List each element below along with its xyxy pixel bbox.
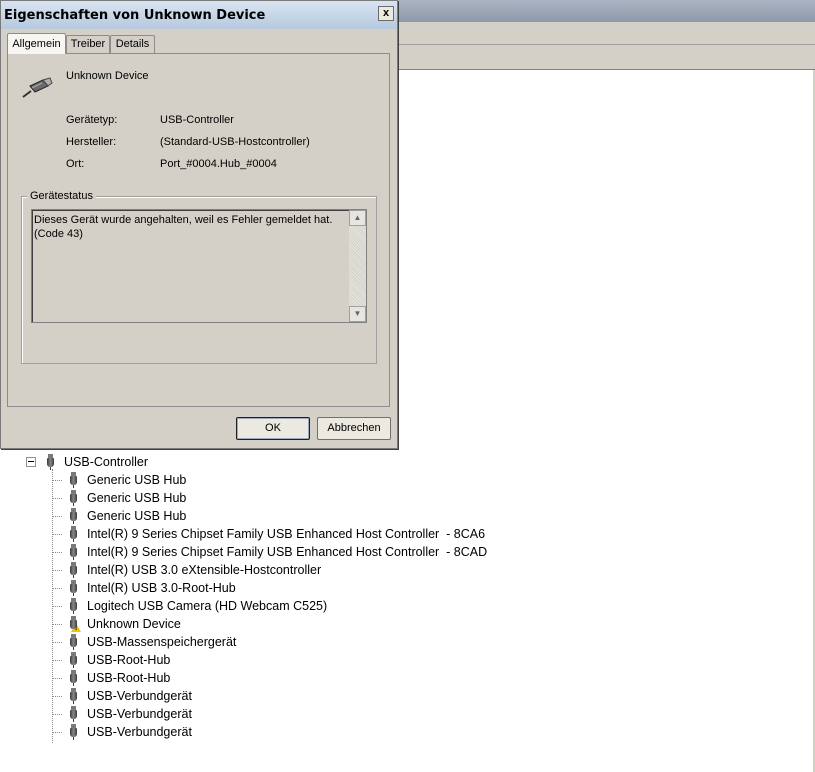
chevron-up-icon: ▲ [353, 213, 362, 222]
tree-item-label: Unknown Device [87, 617, 181, 631]
manufacturer-label: Hersteller: [66, 136, 117, 148]
usb-icon [67, 670, 81, 686]
tree-item-label: USB-Root-Hub [87, 671, 171, 685]
tree-item-label: USB-Massenspeichergerät [87, 635, 237, 649]
device-name: Unknown Device [66, 70, 149, 82]
tree-item[interactable]: Intel(R) 9 Series Chipset Family USB Enh… [53, 543, 487, 561]
usb-icon [67, 472, 81, 488]
usb-icon [67, 526, 81, 542]
tree-item-label: Generic USB Hub [87, 473, 187, 487]
tree-item[interactable]: USB-Root-Hub [53, 669, 170, 687]
tree-item-label: USB-Root-Hub [87, 653, 171, 667]
tree-item-label: Intel(R) 9 Series Chipset Family USB Enh… [87, 545, 488, 559]
device-type-value: USB-Controller [160, 114, 234, 126]
tree-item[interactable]: Logitech USB Camera (HD Webcam C525) [53, 597, 327, 615]
usb-icon [67, 652, 81, 668]
device-status-title: Gerätestatus [27, 190, 96, 202]
tree-item-label: Intel(R) USB 3.0 eXtensible-Hostcontroll… [87, 563, 322, 577]
usb-icon [67, 544, 81, 560]
tab-label: Allgemein [12, 38, 61, 50]
tree-node-label: USB-Controller [64, 455, 149, 469]
location-value: Port_#0004.Hub_#0004 [160, 158, 277, 170]
usb-icon [67, 490, 81, 506]
tree-item-unknown-device[interactable]: ! Unknown Device [53, 615, 181, 633]
scroll-up-button[interactable]: ▲ [349, 210, 366, 226]
tree-item[interactable]: USB-Massenspeichergerät [53, 633, 236, 651]
tab-general[interactable]: Allgemein [7, 33, 66, 54]
tree-item-label: Intel(R) 9 Series Chipset Family USB Enh… [87, 527, 486, 541]
manufacturer-value: (Standard-USB-Hostcontroller) [160, 136, 310, 148]
collapse-icon[interactable] [26, 457, 36, 467]
tree-item-label: USB-Verbundgerät [87, 707, 192, 721]
tree-node-usb-controller[interactable]: USB-Controller [26, 453, 226, 471]
cancel-button[interactable]: Abbrechen [317, 417, 391, 440]
tab-label: Treiber [70, 38, 106, 50]
tree-item[interactable]: USB-Verbundgerät [53, 705, 192, 723]
tree-item[interactable]: USB-Root-Hub [53, 651, 170, 669]
tab-driver[interactable]: Treiber [66, 35, 110, 53]
status-line: (Code 43) [34, 228, 83, 240]
tree-item[interactable]: USB-Verbundgerät [53, 687, 192, 705]
tree-item[interactable]: USB-Verbundgerät [53, 723, 192, 741]
tree-item[interactable]: Intel(R) USB 3.0 eXtensible-Hostcontroll… [53, 561, 321, 579]
usb-icon [67, 508, 81, 524]
tree-item[interactable]: Intel(R) 9 Series Chipset Family USB Enh… [53, 525, 485, 543]
usb-device-icon [22, 77, 53, 98]
close-icon: x [382, 7, 390, 19]
tree-item-label: USB-Verbundgerät [87, 689, 192, 703]
scroll-down-button[interactable]: ▼ [349, 306, 366, 322]
status-line: Dieses Gerät wurde angehalten, weil es F… [34, 214, 333, 226]
usb-warning-icon: ! [67, 616, 81, 632]
usb-icon [67, 562, 81, 578]
dialog-title: Eigenschaften von Unknown Device [4, 8, 266, 23]
chevron-down-icon: ▼ [353, 309, 362, 318]
tab-label: Details [115, 38, 150, 50]
properties-dialog: Eigenschaften von Unknown Device x Allge… [0, 0, 398, 449]
tree-item-label: Generic USB Hub [87, 491, 187, 505]
tree-item[interactable]: Intel(R) USB 3.0-Root-Hub [53, 579, 236, 597]
tree-item-label: Intel(R) USB 3.0-Root-Hub [87, 581, 236, 595]
tab-details[interactable]: Details [110, 35, 155, 53]
ok-button[interactable]: OK [236, 417, 310, 440]
location-label: Ort: [66, 158, 85, 170]
usb-icon [67, 706, 81, 722]
usb-icon [44, 454, 58, 470]
usb-icon [67, 580, 81, 596]
tree-item-label: Generic USB Hub [87, 509, 187, 523]
usb-icon [67, 598, 81, 614]
tree-item[interactable]: Generic USB Hub [53, 471, 186, 489]
device-type-label: Gerätetyp: [66, 114, 118, 126]
usb-icon [67, 634, 81, 650]
close-button[interactable]: x [378, 6, 394, 21]
tree-item-label: USB-Verbundgerät [87, 725, 192, 739]
device-status-text: Dieses Gerät wurde angehalten, weil es F… [34, 213, 334, 241]
tree-item-label: Logitech USB Camera (HD Webcam C525) [87, 599, 328, 613]
tree-item[interactable]: Generic USB Hub [53, 507, 186, 525]
usb-icon [67, 724, 81, 740]
dialog-title-bar[interactable]: Eigenschaften von Unknown Device x [1, 1, 397, 29]
usb-icon [67, 688, 81, 704]
tree-item[interactable]: Generic USB Hub [53, 489, 186, 507]
